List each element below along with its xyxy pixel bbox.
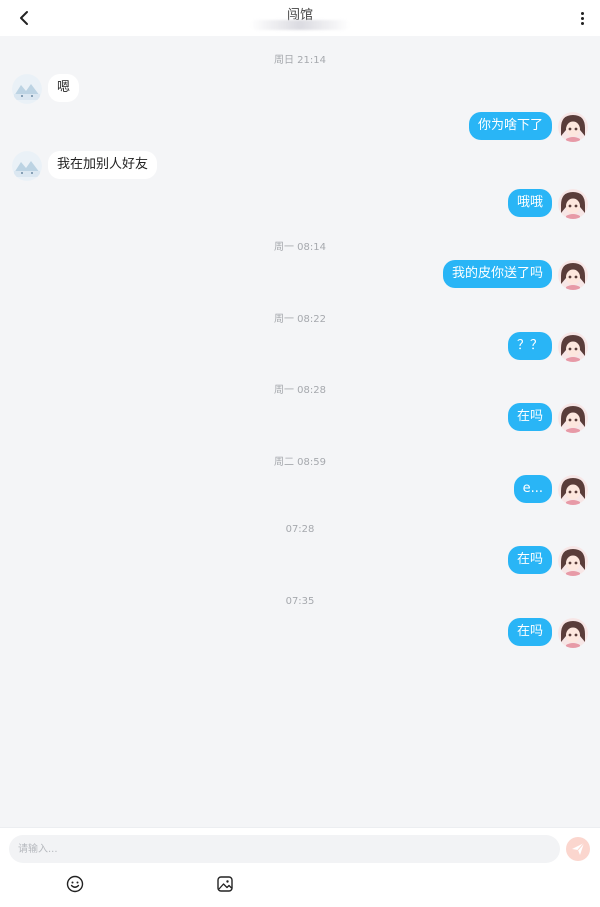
timestamp: 周一 08:22 <box>274 314 326 325</box>
avatar-self[interactable] <box>558 189 588 219</box>
avatar-self[interactable] <box>558 475 588 505</box>
avatar-self[interactable] <box>558 403 588 433</box>
outgoing-message[interactable]: 我的皮你送了吗 <box>442 260 552 288</box>
timestamp: 周日 21:14 <box>274 55 326 66</box>
outgoing-message[interactable]: 在吗 <box>507 618 552 646</box>
outgoing-message[interactable]: e... <box>513 475 552 503</box>
chat-header: 闯馆 <box>0 0 600 36</box>
avatar-contact[interactable] <box>12 151 42 181</box>
outgoing-message[interactable]: ？？ <box>507 332 552 360</box>
avatar-self[interactable] <box>558 112 588 142</box>
timestamp: 周一 08:14 <box>274 242 326 253</box>
outgoing-message[interactable]: 哦哦 <box>507 189 552 217</box>
avatar-self[interactable] <box>558 618 588 648</box>
avatar-self[interactable] <box>558 260 588 290</box>
incoming-message[interactable]: 嗯 <box>48 74 80 102</box>
outgoing-message[interactable]: 在吗 <box>507 546 552 574</box>
more-vertical-icon <box>580 11 584 15</box>
emoji-icon <box>66 875 84 893</box>
input-bar <box>0 827 600 907</box>
incoming-message[interactable]: 我在加别人好友 <box>48 151 158 179</box>
emoji-button[interactable] <box>65 874 85 894</box>
outgoing-message[interactable]: 你为啥下了 <box>468 112 552 140</box>
send-icon <box>572 842 585 855</box>
send-button[interactable] <box>566 837 590 861</box>
avatar-contact[interactable] <box>12 74 42 104</box>
avatar-self[interactable] <box>558 332 588 362</box>
timestamp: 周二 08:59 <box>274 457 326 468</box>
timestamp: 周一 08:28 <box>274 385 326 396</box>
image-icon <box>217 876 233 892</box>
timestamp: 07:35 <box>285 596 315 607</box>
blurred-subtitle <box>250 20 350 30</box>
message-input[interactable] <box>9 835 560 863</box>
image-button[interactable] <box>215 874 235 894</box>
timestamp: 07:28 <box>285 524 315 535</box>
avatar-self[interactable] <box>558 546 588 576</box>
outgoing-message[interactable]: 在吗 <box>507 403 552 431</box>
more-options-button[interactable] <box>574 8 590 28</box>
